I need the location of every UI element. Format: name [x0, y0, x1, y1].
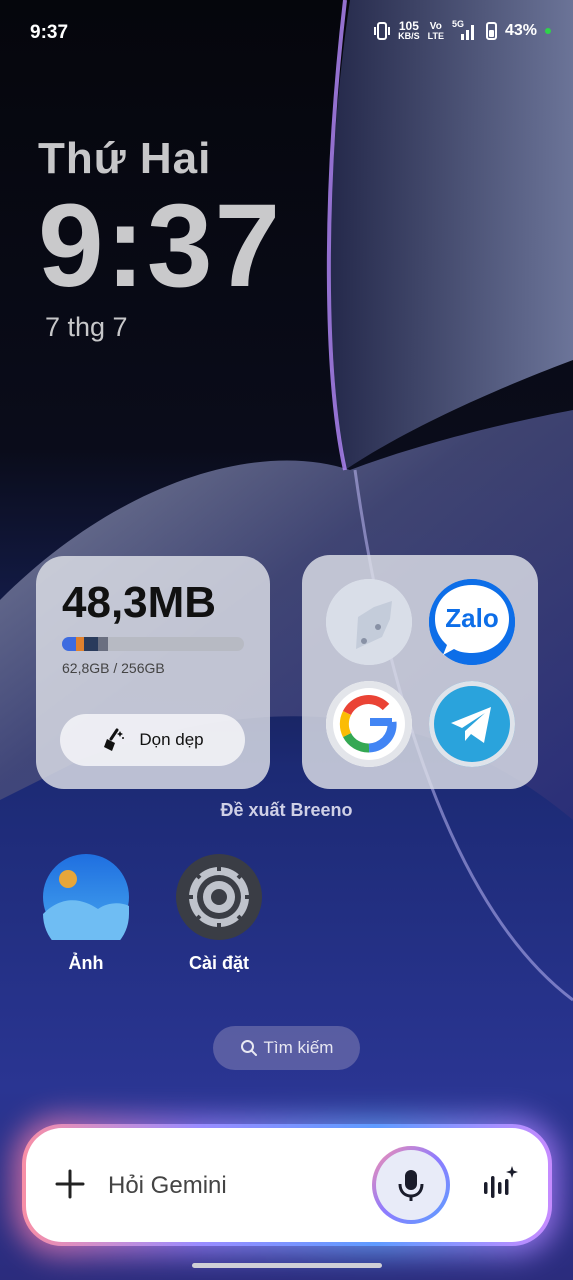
big-clock: 9:37	[38, 180, 283, 312]
fox-app-icon	[326, 579, 412, 665]
status-bar: 9:37 105 KB/S Vo LTE 5G 43%	[0, 0, 573, 70]
gemini-input[interactable]: Hỏi Gemini	[108, 1172, 227, 1200]
storage-bar	[62, 637, 244, 651]
volte-top: Vo	[429, 20, 442, 32]
status-icons: 105 KB/S Vo LTE 5G 43%	[374, 19, 551, 41]
home-search-button[interactable]: Tìm kiếm	[213, 1026, 360, 1070]
clock-date: 7 thg 7	[45, 312, 128, 342]
telegram-icon	[429, 681, 515, 767]
search-icon	[240, 1040, 257, 1056]
settings-icon	[176, 854, 262, 940]
search-label: Tìm kiếm	[263, 1038, 334, 1057]
google-icon	[326, 681, 412, 767]
net-speed: 105 KB/S	[398, 20, 420, 41]
status-time: 9:37	[30, 22, 69, 43]
home-app-settings[interactable]: Cài đặt	[164, 854, 274, 974]
mic-icon	[398, 1170, 424, 1201]
vibrate-icon	[374, 21, 391, 40]
zalo-logo-text: Zalo	[445, 603, 499, 633]
app-folder[interactable]: Zalo	[302, 555, 538, 789]
clean-button[interactable]: Dọn dẹp	[60, 714, 245, 766]
volte-indicator: Vo LTE	[428, 21, 444, 41]
privacy-dot-icon	[545, 27, 551, 34]
storage-widget[interactable]: 48,3MB 62,8GB / 256GB Dọn dẹp	[36, 556, 270, 789]
folder-app-telegram[interactable]	[429, 681, 515, 767]
day-name: Thứ Hai	[38, 134, 212, 183]
photos-icon	[43, 854, 129, 957]
gemini-live-icon[interactable]	[480, 1164, 520, 1204]
add-icon[interactable]	[52, 1166, 88, 1202]
broom-icon	[104, 728, 125, 751]
battery-percent: 43%	[504, 21, 537, 39]
folder-app-zalo[interactable]: Zalo	[429, 579, 515, 665]
home-indicator[interactable]	[192, 1263, 382, 1268]
folder-app-1[interactable]	[326, 579, 412, 665]
volte-bottom: LTE	[427, 30, 444, 41]
home-app-photos[interactable]: Ảnh	[31, 854, 141, 974]
home-app-photos-label: Ảnh	[68, 953, 104, 973]
clean-button-label: Dọn dẹp	[139, 730, 204, 749]
storage-usage: 62,8GB / 256GB	[62, 660, 165, 676]
gemini-bar[interactable]: Hỏi Gemini	[22, 1124, 552, 1246]
home-app-settings-label: Cài đặt	[188, 953, 249, 973]
storage-amount: 48,3MB	[62, 578, 217, 627]
folder-label: Đề xuất Breeno	[220, 800, 353, 820]
folder-app-google[interactable]	[326, 681, 412, 767]
mic-button[interactable]	[372, 1146, 450, 1224]
signal-icon: 5G	[452, 19, 478, 41]
net-speed-unit: KB/S	[398, 31, 420, 41]
battery-icon	[485, 21, 497, 40]
